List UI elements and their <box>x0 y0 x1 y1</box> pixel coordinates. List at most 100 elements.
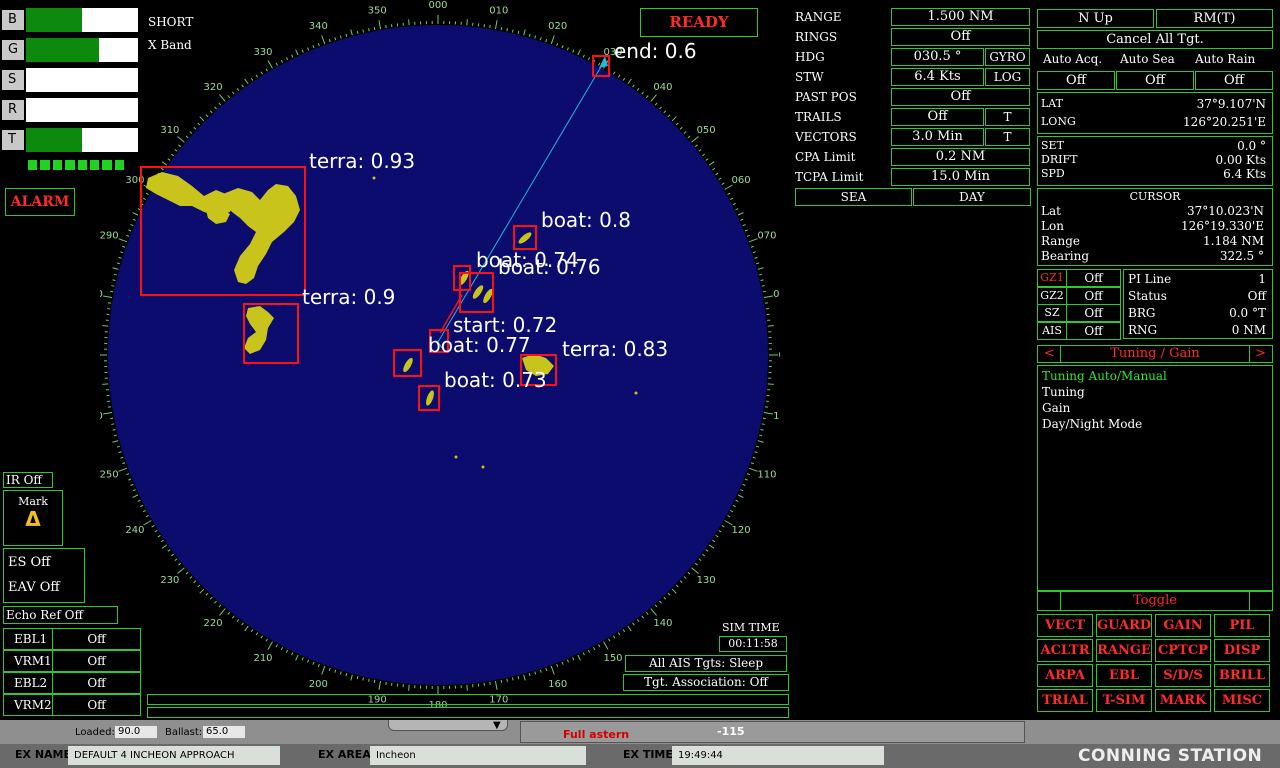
param-value[interactable]: 6.4 Kts <box>891 68 984 86</box>
mark-button[interactable]: Mark Δ <box>3 490 63 546</box>
bearing-tick <box>160 167 164 171</box>
bearing-tick <box>177 136 185 143</box>
param-value[interactable]: 3.0 Min <box>891 128 984 146</box>
alarm-button[interactable]: ALARM <box>5 188 75 216</box>
day-night-button[interactable]: DAY <box>913 188 1031 206</box>
bearing-tick <box>761 285 765 287</box>
toggle-button[interactable]: Toggle <box>1060 592 1250 610</box>
ir-toggle[interactable]: IR Off <box>3 472 53 488</box>
function-button-tsim[interactable]: T-SIM <box>1096 689 1152 712</box>
bearing-tick <box>500 679 503 683</box>
bearing-tick <box>550 35 555 45</box>
zone-key: SZ <box>1037 304 1067 322</box>
bearing-tick <box>111 423 115 425</box>
param-mode-button[interactable]: GYRO <box>985 48 1030 66</box>
bearing-tick <box>328 667 331 671</box>
bearing-tick <box>118 256 122 259</box>
bearing-tick <box>622 77 626 81</box>
zone-toggle[interactable]: Off <box>1066 269 1121 287</box>
function-button-vect[interactable]: VECT <box>1037 614 1093 637</box>
function-button-cptcp[interactable]: CPTCP <box>1155 639 1211 662</box>
pi-value[interactable]: 0 NM <box>1232 323 1266 337</box>
param-value[interactable]: 0.2 NM <box>891 148 1030 166</box>
bearing-tick <box>694 144 698 148</box>
bearing-tick <box>362 29 365 33</box>
function-button-gain[interactable]: GAIN <box>1155 614 1211 637</box>
pi-key: RNG <box>1128 323 1158 337</box>
zone-toggle[interactable]: Off <box>1066 286 1121 305</box>
slider-arrow-icon[interactable]: ▼ <box>493 720 501 731</box>
es-toggle[interactable]: ES Off <box>8 555 50 570</box>
orientation-button[interactable]: N Up <box>1037 9 1154 28</box>
function-button-arpa[interactable]: ARPA <box>1037 664 1093 687</box>
sea-button[interactable]: SEA <box>795 188 912 206</box>
ais-sleep-button[interactable]: All AIS Tgts: Sleep <box>625 655 787 672</box>
pi-value[interactable]: Off <box>1248 289 1266 303</box>
control-key-s: S <box>2 70 24 90</box>
bearing-tick <box>698 148 702 152</box>
function-button-sds[interactable]: S/D/S <box>1155 664 1211 687</box>
function-button-misc[interactable]: MISC <box>1214 689 1270 712</box>
bearing-tick <box>730 197 734 201</box>
bearing-tick <box>356 676 359 680</box>
progress-bar-upper <box>147 694 789 705</box>
param-label: CPA Limit <box>795 150 856 164</box>
function-button-trial[interactable]: TRIAL <box>1037 689 1093 712</box>
bearing-tick <box>702 553 706 557</box>
bearing-tick <box>545 39 548 43</box>
bearing-tick <box>185 571 189 575</box>
auto-sea-toggle[interactable]: Off <box>1116 71 1194 90</box>
tuning-item[interactable]: Day/Night Mode <box>1042 417 1142 431</box>
param-mode-button[interactable]: LOG <box>985 68 1030 86</box>
param-value[interactable]: 030.5 ° <box>891 48 984 66</box>
bearing-tick <box>275 644 278 648</box>
pi-value[interactable]: 1 <box>1258 272 1266 286</box>
ex-name-field: DEFAULT 4 INCHEON APPROACH <box>68 746 280 765</box>
bearing-tick <box>218 604 222 608</box>
zone-toggle[interactable]: Off <box>1066 304 1121 322</box>
cursor-value: 126°19.330'E <box>1181 219 1264 233</box>
function-button-mark[interactable]: MARK <box>1155 689 1211 712</box>
tuning-item[interactable]: Tuning <box>1042 385 1085 399</box>
bearing-tick <box>754 451 758 454</box>
function-button-range[interactable]: RANGE <box>1096 639 1152 662</box>
control-fill <box>26 8 82 32</box>
tuning-prev-button[interactable]: < <box>1044 346 1055 362</box>
auto-rain-toggle[interactable]: Off <box>1195 71 1273 90</box>
function-button-disp[interactable]: DISP <box>1214 639 1270 662</box>
bearing-tick <box>691 136 699 143</box>
long-value: 126°20.251'E <box>1183 115 1266 129</box>
function-button-pil[interactable]: PIL <box>1214 614 1270 637</box>
cursor-key: Lon <box>1041 219 1064 233</box>
tuning-next-button[interactable]: > <box>1255 346 1266 362</box>
tuning-item[interactable]: Gain <box>1042 401 1070 415</box>
param-value[interactable]: 1.500 NM <box>891 8 1030 26</box>
function-button-ebl[interactable]: EBL <box>1096 664 1152 687</box>
bearing-tick <box>132 489 136 492</box>
zone-toggle[interactable]: Off <box>1066 321 1121 340</box>
eav-toggle[interactable]: EAV Off <box>8 580 60 595</box>
function-button-brill[interactable]: BRILL <box>1214 664 1270 687</box>
param-value[interactable]: Off <box>891 28 1030 46</box>
pi-key: Status <box>1128 289 1167 303</box>
param-value[interactable]: 15.0 Min <box>891 168 1030 186</box>
motion-mode-button[interactable]: RM(T) <box>1156 9 1273 28</box>
function-button-guard[interactable]: GUARD <box>1096 614 1152 637</box>
radar-display[interactable]: 0000100200300400500600700800901001101201… <box>100 0 780 720</box>
tuning-item[interactable]: Tuning Auto/Manual <box>1042 369 1167 383</box>
param-mode-button[interactable]: T <box>985 128 1030 146</box>
function-button-acltr[interactable]: ACLTR <box>1037 639 1093 662</box>
bearing-tick <box>280 647 284 651</box>
slider-track[interactable] <box>388 720 508 731</box>
bearing-tick <box>368 678 370 682</box>
param-value[interactable]: Off <box>891 108 984 126</box>
param-mode-button[interactable]: T <box>985 108 1030 126</box>
param-value[interactable]: Off <box>891 88 1030 106</box>
pi-line-panel: PI Line 1 Status Off BRG 0.0 °T RNG 0 NM <box>1123 269 1273 339</box>
target-association-button[interactable]: Tgt. Association: Off <box>623 674 789 691</box>
cancel-all-targets-button[interactable]: Cancel All Tgt. <box>1037 30 1273 49</box>
param-label: RINGS <box>795 30 838 44</box>
auto-acq-toggle[interactable]: Off <box>1037 71 1115 90</box>
pi-value[interactable]: 0.0 °T <box>1229 306 1266 320</box>
lower-strip: Loaded: 90.0 Ballast: 65.0 ▼ Full astern… <box>0 720 1280 744</box>
